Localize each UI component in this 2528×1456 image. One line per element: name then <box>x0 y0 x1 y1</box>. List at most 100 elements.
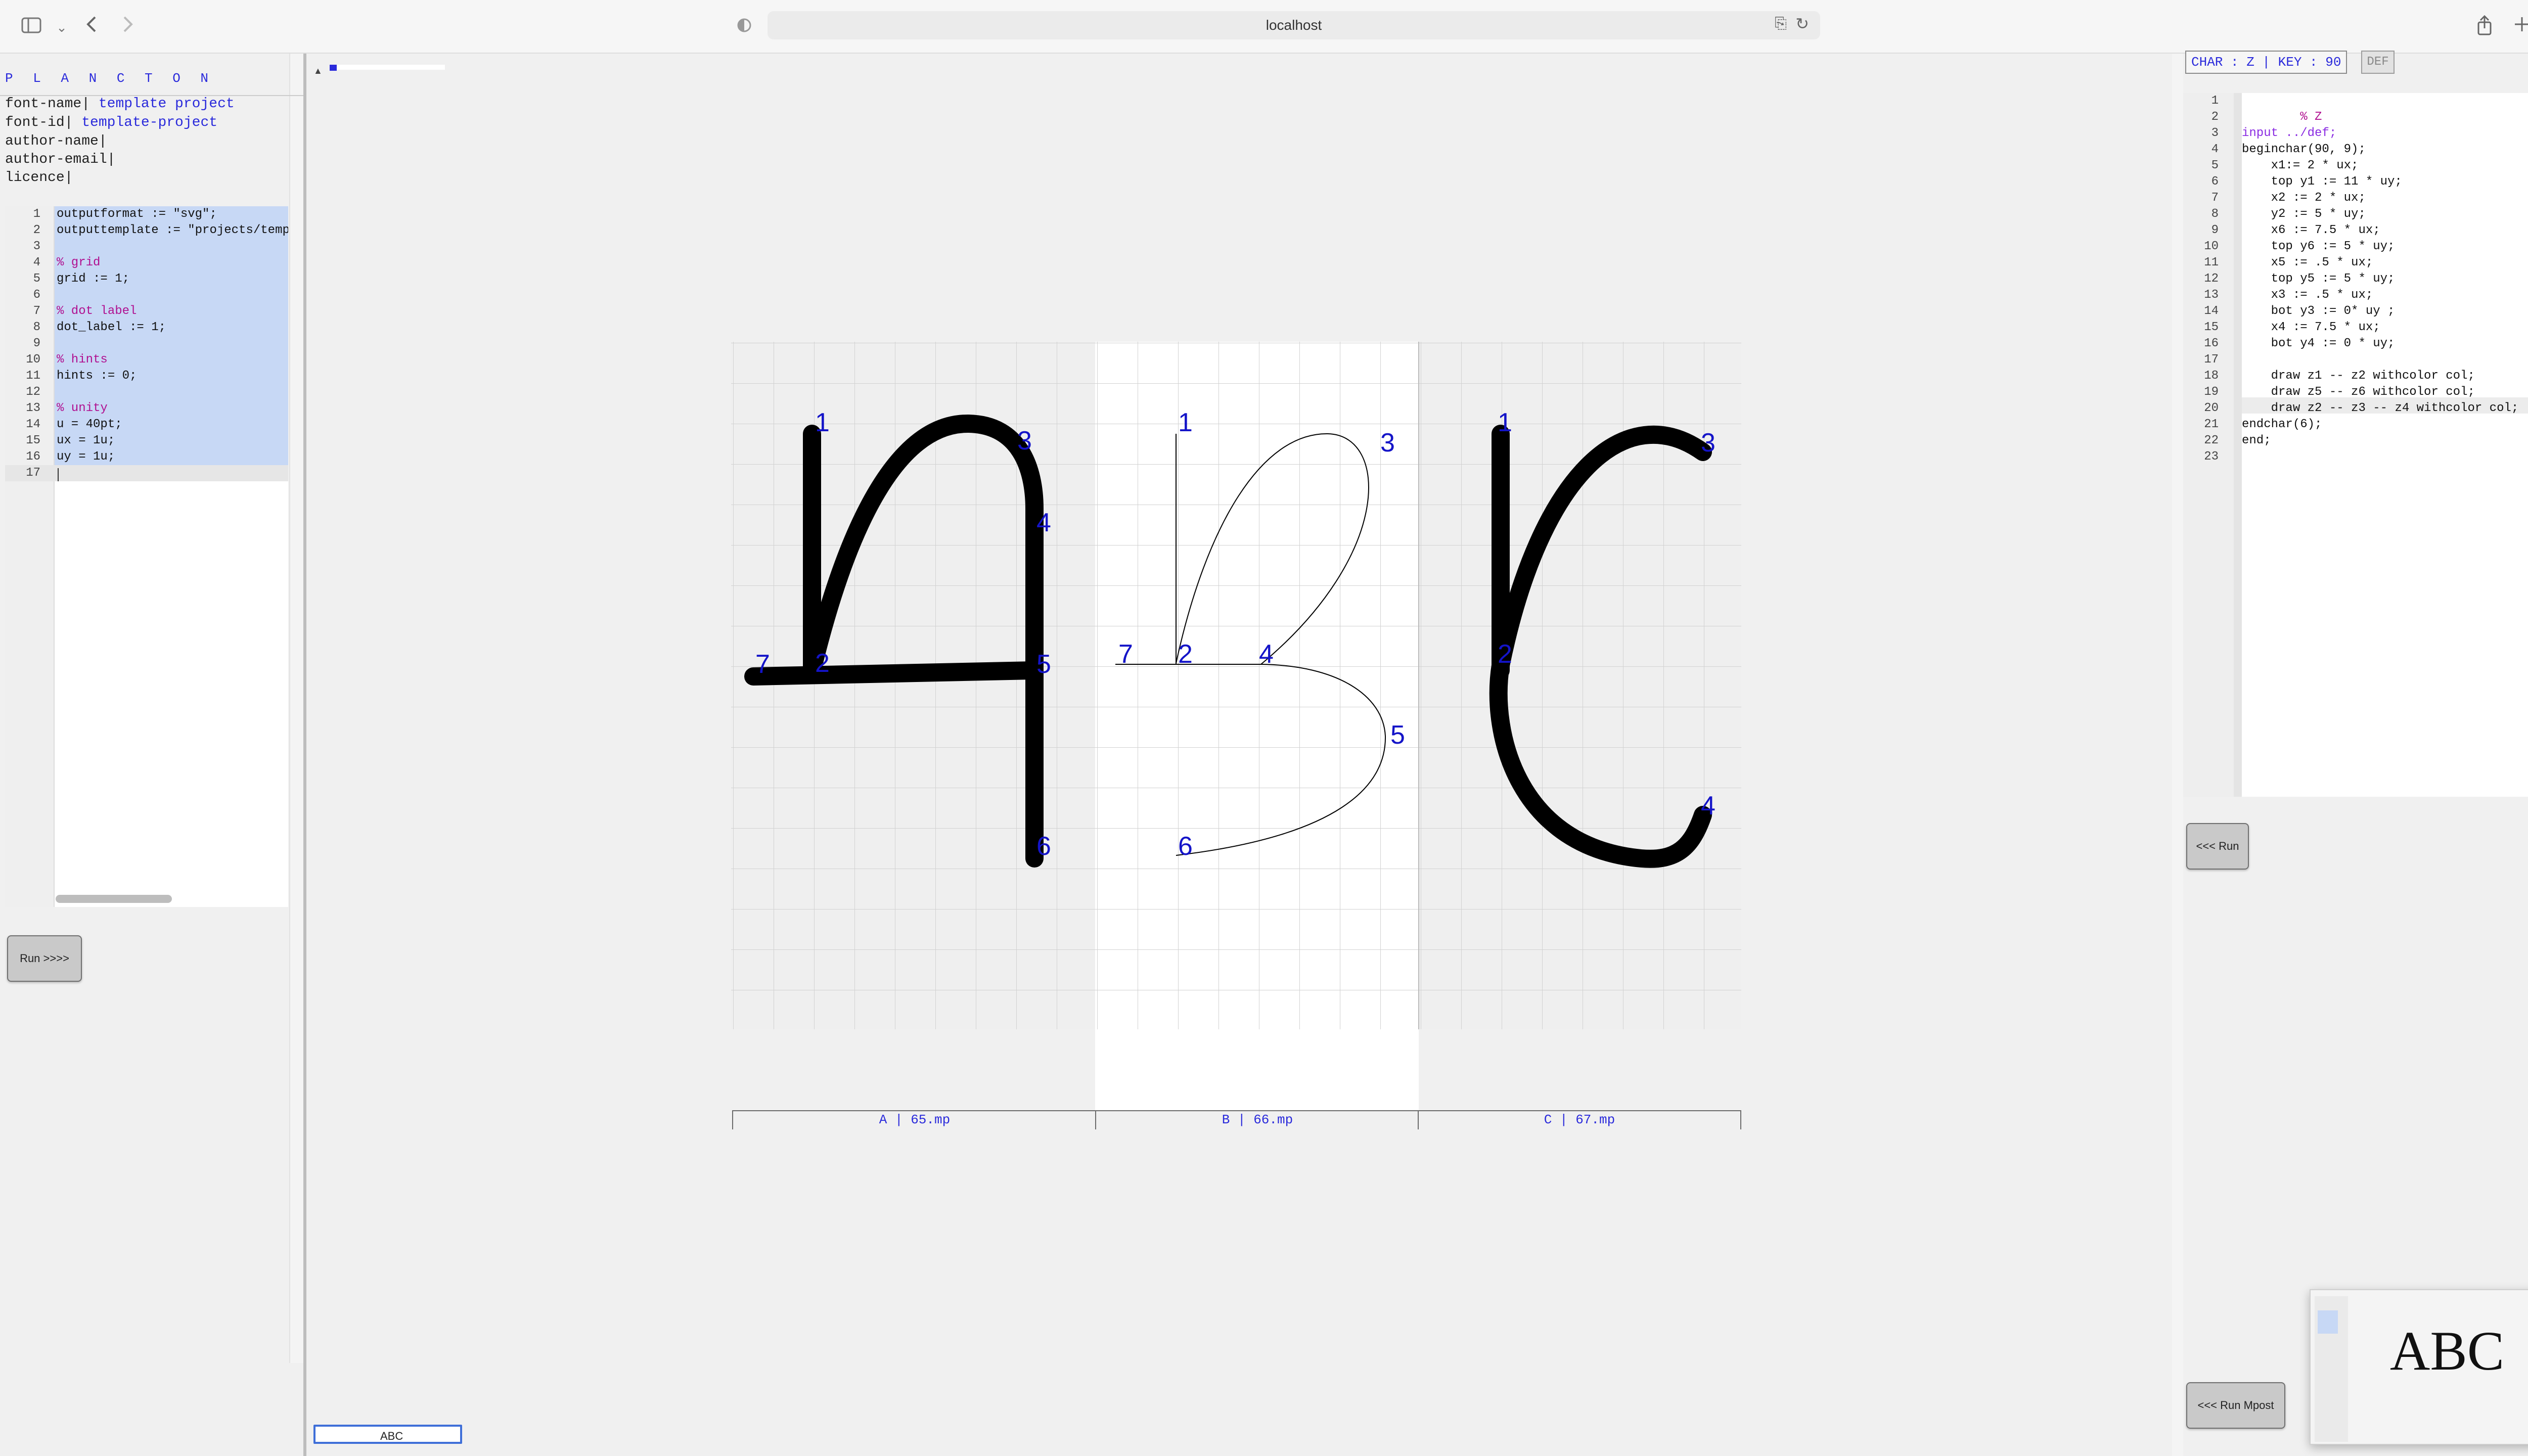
new-tab-plus-icon[interactable] <box>2509 14 2528 40</box>
thumbnail-selection <box>2318 1310 2338 1334</box>
line-number: 11 <box>2204 256 2219 269</box>
translate-icon[interactable]: ⎘ <box>1775 15 1787 32</box>
def-button[interactable]: DEF <box>2361 51 2395 74</box>
line-number: 8 <box>2211 207 2219 221</box>
forward-arrow-icon[interactable] <box>114 14 141 40</box>
code-line: x6 := 7.5 * ux; <box>2242 223 2380 237</box>
line-number: 13 <box>2204 288 2219 302</box>
code-line: % Z <box>2242 110 2322 124</box>
thumbnail-glyph-text: ABC <box>2389 1320 2505 1382</box>
glyph-b-descender-area <box>1095 1029 1419 1110</box>
glyph-code-editor[interactable]: 1 2 3 4 5 6 7 8 9 10 11 12 13 14 15 16 1… <box>2183 93 2528 797</box>
line-number: 9 <box>33 337 40 350</box>
code-line: beginchar(90, 9); <box>2242 143 2366 156</box>
code-line: outputformat := "svg"; <box>57 207 217 221</box>
point-label: 1 <box>1178 408 1193 437</box>
meta-author-email[interactable]: author-email| <box>5 152 115 167</box>
point-label: 7 <box>755 650 770 679</box>
chevron-down-icon[interactable]: ⌄ <box>49 14 75 40</box>
code-line: x2 := 2 * ux; <box>2242 191 2366 205</box>
meta-value: template-project <box>73 115 218 130</box>
point-label: 4 <box>1259 640 1274 669</box>
meta-font-name[interactable]: font-name| template project <box>5 96 235 112</box>
glyph-caption-b[interactable]: B | 66.mp <box>1095 1110 1419 1129</box>
point-label: 2 <box>815 649 830 678</box>
left-panel-divider[interactable] <box>303 54 306 1456</box>
code-line: % dot label <box>57 304 137 318</box>
meta-value: template project <box>90 96 235 112</box>
line-number: 4 <box>2211 143 2219 156</box>
line-number: 9 <box>2211 223 2219 237</box>
back-arrow-icon[interactable] <box>79 14 105 40</box>
line-number: 10 <box>26 353 40 367</box>
run-mpost-button[interactable]: <<< Run Mpost <box>2186 1382 2285 1429</box>
glyph-caption-a[interactable]: A | 65.mp <box>732 1110 1096 1129</box>
line-number: 11 <box>26 369 40 383</box>
line-number: 8 <box>33 321 40 334</box>
code-line: bot y3 := 0* uy ; <box>2242 304 2395 318</box>
privacy-shield-icon[interactable] <box>731 14 757 40</box>
line-number: 16 <box>2204 337 2219 350</box>
line-number: 3 <box>2211 126 2219 140</box>
line-number: 12 <box>2204 272 2219 286</box>
share-icon[interactable] <box>2471 14 2498 40</box>
meta-key: font-id| <box>5 115 73 130</box>
code-line: end; <box>2242 434 2271 447</box>
meta-author-name[interactable]: author-name| <box>5 133 107 149</box>
glyph-caption-c[interactable]: C | 67.mp <box>1418 1110 1741 1129</box>
horizontal-scrollbar[interactable] <box>56 895 172 903</box>
run-button-right[interactable]: <<< Run <box>2186 823 2249 870</box>
code-line: u = 40pt; <box>57 418 122 431</box>
line-number: 20 <box>2204 401 2219 415</box>
code-line: hints := 0; <box>57 369 137 383</box>
line-number: 22 <box>2204 434 2219 447</box>
left-panel-scrollbar[interactable] <box>289 54 304 1363</box>
meta-font-id[interactable]: font-id| template-project <box>5 115 217 130</box>
line-number: 21 <box>2204 418 2219 431</box>
address-bar[interactable]: localhost ⎘ ↻ <box>768 11 1820 39</box>
line-number: 14 <box>26 418 40 431</box>
reload-icon[interactable]: ↻ <box>1795 14 1809 33</box>
preview-text-input[interactable]: ABC <box>313 1425 462 1444</box>
line-number: 1 <box>33 207 40 221</box>
browser-toolbar: ⌄ localhost ⎘ ↻ <box>0 0 2528 54</box>
line-number: 4 <box>33 256 40 269</box>
code-line: x4 := 7.5 * ux; <box>2242 321 2380 334</box>
fold-gutter <box>2234 93 2242 797</box>
line-number: 17 <box>26 466 40 480</box>
point-label: 4 <box>1701 791 1716 821</box>
point-label: 3 <box>1380 428 1395 458</box>
code-line: draw z2 -- z3 -- z4 withcolor col; <box>2242 401 2519 415</box>
meta-key: author-email| <box>5 152 116 167</box>
code-line: x5 := .5 * ux; <box>2242 256 2373 269</box>
line-number: 7 <box>33 304 40 318</box>
code-line: top y6 := 5 * uy; <box>2242 240 2395 253</box>
meta-key: author-name| <box>5 133 107 149</box>
glyph-preview-canvas <box>731 342 1741 1029</box>
line-number: 5 <box>2211 159 2219 172</box>
line-number: 14 <box>2204 304 2219 318</box>
sidebar-toggle-icon[interactable] <box>18 14 44 40</box>
app-brand: P L A N C T O N <box>5 71 215 86</box>
code-line: x3 := .5 * ux; <box>2242 288 2373 302</box>
window-thumbnail-preview[interactable]: ABC <box>2310 1289 2528 1445</box>
point-label: 4 <box>1036 508 1051 537</box>
code-line: draw z1 -- z2 withcolor col; <box>2242 369 2475 383</box>
line-number: 16 <box>26 450 40 464</box>
progress-track <box>330 65 445 70</box>
code-line: % hints <box>57 353 108 367</box>
point-label: 6 <box>1036 832 1051 861</box>
meta-licence[interactable]: licence| <box>5 170 73 186</box>
point-label: 1 <box>815 408 830 437</box>
code-line: endchar(6); <box>2242 418 2322 431</box>
line-number: 5 <box>33 272 40 286</box>
collapse-arrow-icon[interactable]: ▲ <box>313 66 323 76</box>
run-button[interactable]: Run >>>> <box>7 935 82 982</box>
code-line: dot_label := 1; <box>57 321 166 334</box>
line-number: 12 <box>26 385 40 399</box>
right-panel-divider[interactable] <box>2172 54 2183 1456</box>
project-code-editor[interactable]: 1 2 3 4 5 6 7 8 9 10 11 12 13 14 15 16 1… <box>5 206 288 907</box>
code-line: y2 := 5 * uy; <box>2242 207 2366 221</box>
code-line: outputtemplate := "projects/temp <box>57 223 288 237</box>
code-line: ux = 1u; <box>57 434 115 447</box>
